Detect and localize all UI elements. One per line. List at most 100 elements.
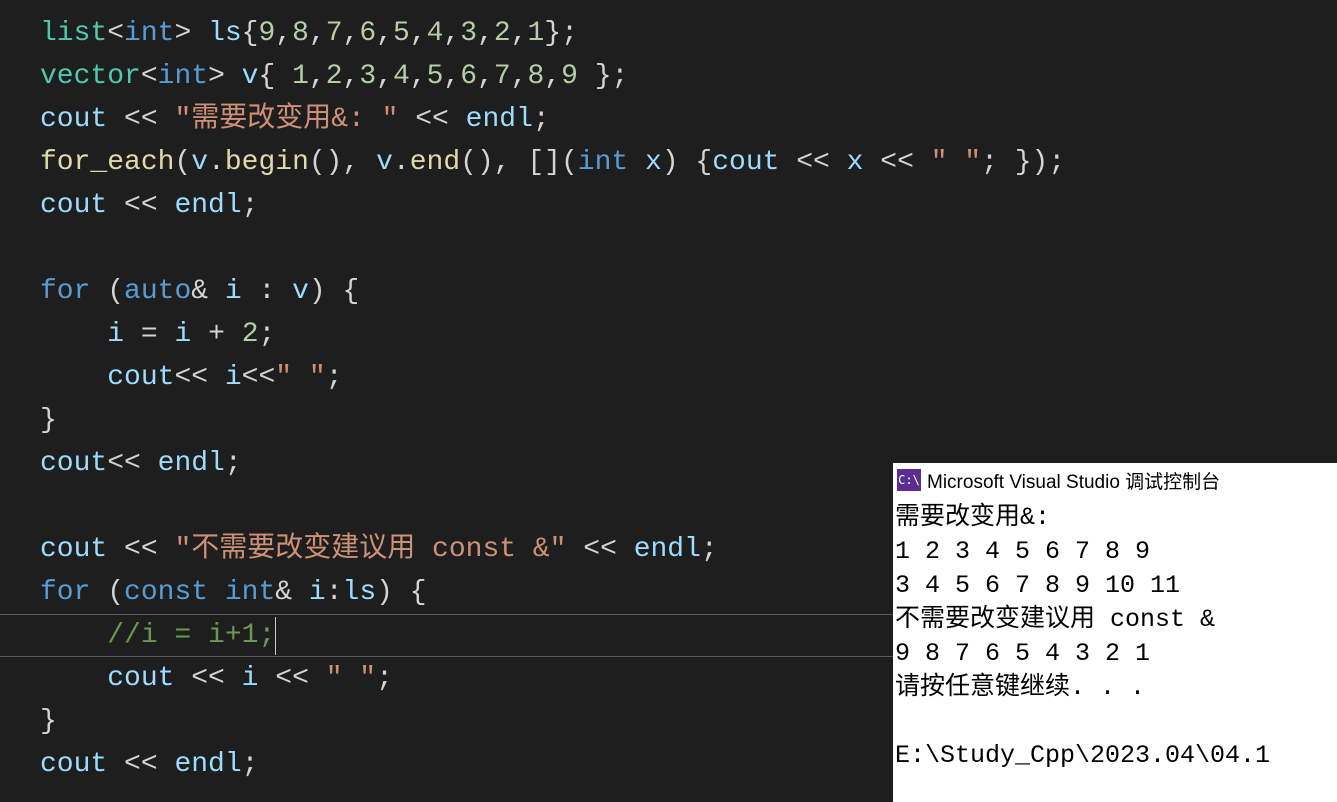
code-token: x (847, 147, 864, 178)
code-token: ( (90, 276, 124, 307)
code-token (628, 147, 645, 178)
code-token: cout (107, 663, 174, 694)
code-token: > (208, 61, 242, 92)
console-title: Microsoft Visual Studio 调试控制台 (927, 467, 1220, 494)
code-token: } (40, 706, 57, 737)
code-token: 7 (326, 18, 343, 49)
code-token: ) { (662, 147, 712, 178)
code-token: ; }); (981, 147, 1065, 178)
code-token: ls (343, 577, 377, 608)
code-line[interactable]: vector<int> v{ 1,2,3,4,5,6,7,8,9 }; (40, 55, 1337, 98)
code-token: ; (701, 534, 718, 565)
code-token: (), (309, 147, 376, 178)
code-token: 1 (527, 18, 544, 49)
code-token: i (225, 276, 242, 307)
console-titlebar[interactable]: C:\ Microsoft Visual Studio 调试控制台 (893, 463, 1337, 497)
code-token: , (410, 61, 427, 92)
code-token (40, 663, 107, 694)
code-line[interactable]: cout << endl; (40, 184, 1337, 227)
code-token: i (242, 663, 259, 694)
code-token: : (242, 276, 292, 307)
code-token: , (376, 18, 393, 49)
code-token: ) { (376, 577, 426, 608)
console-output[interactable]: 需要改变用&: 1 2 3 4 5 6 7 8 9 3 4 5 6 7 8 9 … (893, 497, 1337, 773)
code-token: ls (208, 18, 242, 49)
code-token: << (107, 749, 174, 780)
code-token: << (242, 362, 276, 393)
code-token: ; (326, 362, 343, 393)
code-token: , (275, 18, 292, 49)
code-token: (), []( (460, 147, 578, 178)
code-token: << (863, 147, 930, 178)
code-token: end (410, 147, 460, 178)
code-token: cout (107, 362, 174, 393)
code-token: << (107, 534, 174, 565)
code-token: cout (40, 190, 107, 221)
code-token: int (124, 18, 174, 49)
code-token: } (40, 405, 57, 436)
code-token: int (578, 147, 628, 178)
code-token: //i = i+1; (107, 620, 275, 651)
code-token: for (40, 276, 90, 307)
code-line[interactable]: i = i + 2; (40, 313, 1337, 356)
code-token: << (174, 362, 224, 393)
code-token (40, 319, 107, 350)
code-token: i (309, 577, 326, 608)
code-token: , (410, 18, 427, 49)
code-token: ( (90, 577, 124, 608)
code-token: cout (40, 534, 107, 565)
code-token: 6 (460, 61, 477, 92)
code-token: { (242, 18, 259, 49)
code-token: << (779, 147, 846, 178)
code-token (208, 577, 225, 608)
code-token: const (124, 577, 208, 608)
code-token: v (191, 147, 208, 178)
code-token: 6 (359, 18, 376, 49)
code-token: ; (533, 104, 550, 135)
code-token: << (107, 104, 174, 135)
code-token: 3 (460, 18, 477, 49)
code-token: 4 (393, 61, 410, 92)
code-line[interactable]: list<int> ls{9,8,7,6,5,4,3,2,1}; (40, 12, 1337, 55)
code-token: < (141, 61, 158, 92)
code-token (40, 362, 107, 393)
code-token: cout (40, 448, 107, 479)
code-token: : (326, 577, 343, 608)
code-token: & (191, 276, 225, 307)
code-token: << (566, 534, 633, 565)
code-token: i (107, 319, 124, 350)
debug-console-window[interactable]: C:\ Microsoft Visual Studio 调试控制台 需要改变用&… (893, 463, 1337, 802)
code-token: 3 (359, 61, 376, 92)
code-token: , (443, 61, 460, 92)
code-token: { (258, 61, 292, 92)
code-token: 9 (258, 18, 275, 49)
code-token: for_each (40, 147, 174, 178)
code-token: v (242, 61, 259, 92)
code-token: }; (544, 18, 578, 49)
code-token: cout (40, 104, 107, 135)
code-token: ; (376, 663, 393, 694)
code-token: , (309, 61, 326, 92)
code-line[interactable]: } (40, 399, 1337, 442)
code-token: 4 (427, 18, 444, 49)
code-token: , (477, 61, 494, 92)
code-line[interactable]: cout << "需要改变用&: " << endl; (40, 98, 1337, 141)
code-token: << (398, 104, 465, 135)
code-token: 2 (242, 319, 259, 350)
code-token: , (544, 61, 561, 92)
code-line[interactable]: cout<< i<<" "; (40, 356, 1337, 399)
code-token: endl (174, 749, 241, 780)
code-token: endl (466, 104, 533, 135)
code-line[interactable]: for_each(v.begin(), v.end(), [](int x) {… (40, 141, 1337, 184)
code-token: + (191, 319, 241, 350)
code-token: , (309, 18, 326, 49)
console-icon: C:\ (897, 469, 921, 491)
code-line[interactable] (40, 227, 1337, 270)
code-token: 7 (494, 61, 511, 92)
code-token: , (511, 18, 528, 49)
code-token: ; (225, 448, 242, 479)
code-token: " " (326, 663, 376, 694)
code-token: endl (634, 534, 701, 565)
code-line[interactable]: for (auto& i : v) { (40, 270, 1337, 313)
code-token: & (275, 577, 309, 608)
